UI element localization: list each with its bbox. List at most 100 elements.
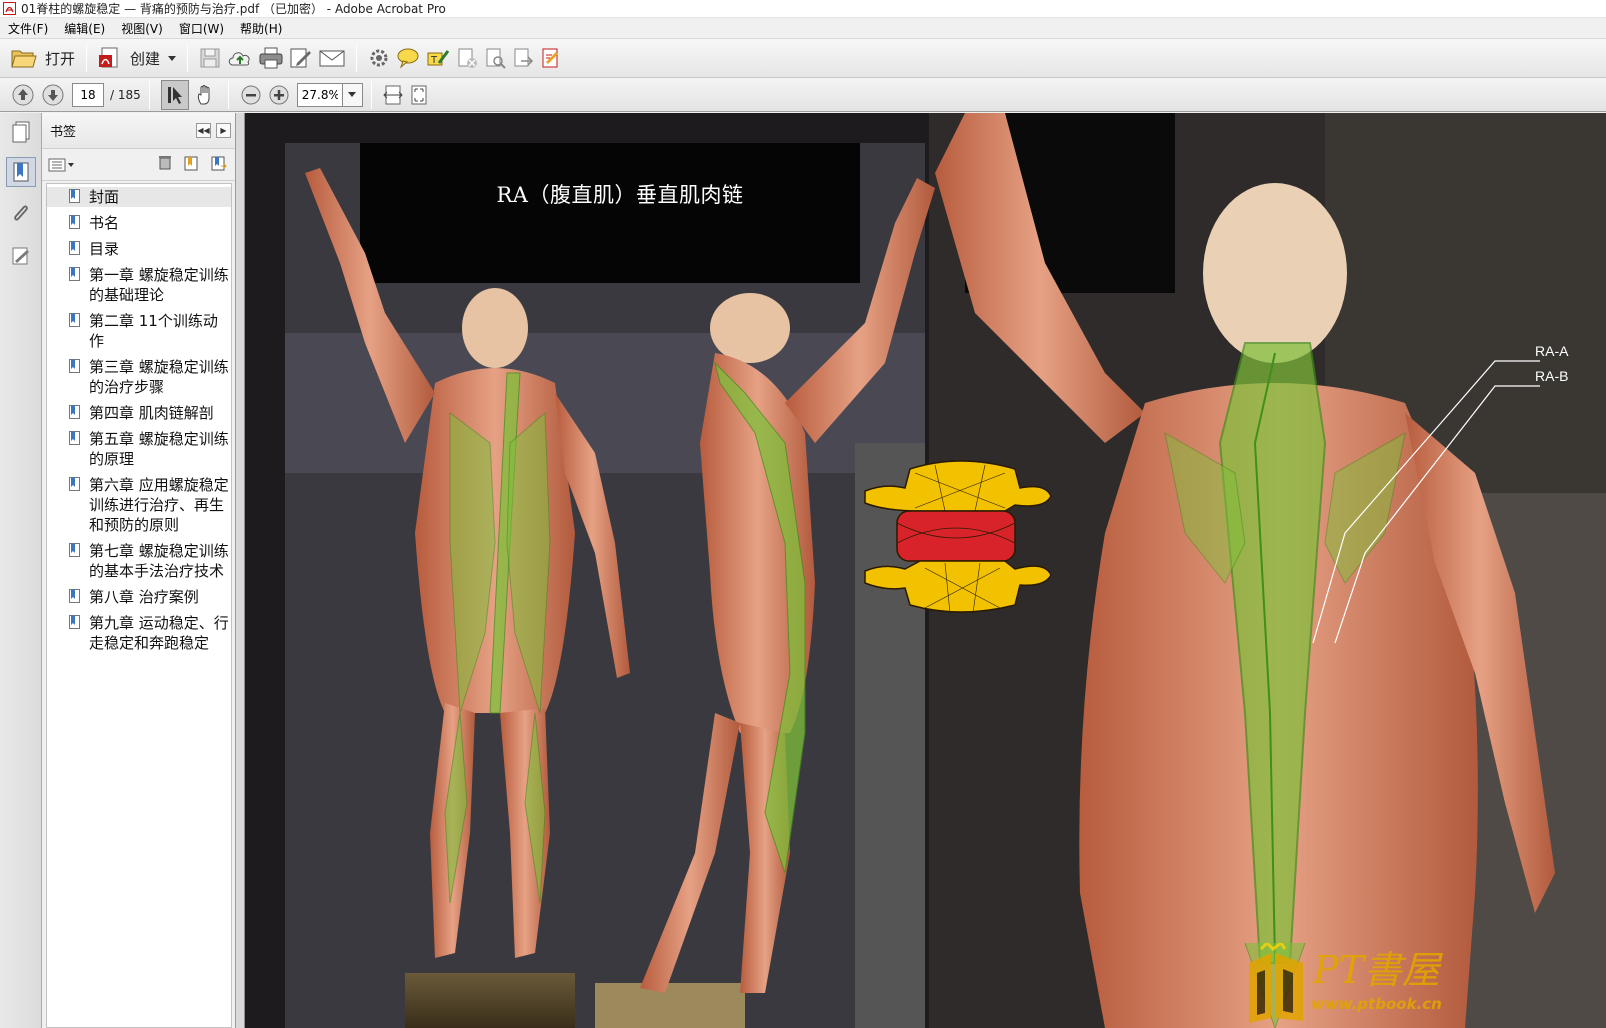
attachments-button[interactable] [6,199,36,229]
document-view[interactable]: RA（腹直肌）垂直肌肉链 RA-A RA-B PT書屋 www.ptbook.c… [245,113,1606,1028]
create-label: 创建 [130,49,161,68]
bookmark-item[interactable]: 第三章 螺旋稳定训练的治疗步骤 [47,357,231,397]
fit-page-button[interactable] [409,80,429,110]
page-number-input[interactable] [72,82,104,107]
trash-icon [159,156,171,170]
upload-cloud-button[interactable] [227,43,253,73]
fit-width-button[interactable] [383,80,403,110]
bookmark-label: 第九章 运动稳定、行走稳定和奔跑稳定 [89,614,229,652]
toolbar-separator [356,44,358,72]
comment-button[interactable] [396,43,420,73]
email-button[interactable] [319,43,345,73]
bookmark-icon [69,405,80,419]
previous-page-button[interactable] [11,80,35,110]
toolbar-separator [187,44,189,72]
edit-document-icon [290,48,312,68]
main-toolbar: 打开 创建 T [0,38,1606,78]
bookmarks-panel-title: 书签 [50,125,77,140]
highlight-button[interactable]: T [426,43,450,73]
bookmark-item[interactable]: 封面 [47,187,231,207]
zoom-dropdown[interactable] [342,82,363,107]
paperclip-icon [14,205,28,221]
bookmark-item[interactable]: 第二章 11个训练动作 [47,311,231,351]
select-tool-button[interactable] [160,79,189,110]
panel-nav-next-button[interactable]: ▶ [216,123,231,138]
svg-text:T: T [430,55,438,66]
heading-banner [360,143,860,283]
menu-help[interactable]: 帮助(H) [232,20,290,37]
gear-icon [370,49,388,67]
create-pdf-icon [99,47,118,68]
chevron-down-icon [68,162,74,167]
page-illustration [245,113,1606,1028]
bookmark-icon [69,313,80,327]
print-button[interactable] [259,43,283,73]
toolbar-separator [227,80,229,109]
bookmark-item[interactable]: 第七章 螺旋稳定训练的基本手法治疗技术 [47,541,231,581]
bookmark-item[interactable]: 书名 [47,213,231,233]
chevron-down-icon [168,55,177,61]
bookmark-item[interactable]: 第九章 运动稳定、行走稳定和奔跑稳定 [47,613,231,653]
label-ra-a: RA-A [1535,343,1569,359]
pages-icon [12,121,30,143]
bookmarks-panel: 书签 ◀◀ ▶ 封面 书名 目录 第一章 螺旋稳定训练的基础理论 第二章 11个… [42,113,236,1028]
bookmark-icon [69,477,80,491]
delete-bookmark-button[interactable] [157,154,173,175]
bookmark-item[interactable]: 第五章 螺旋稳定训练的原理 [47,429,231,469]
page-search-icon [486,48,506,69]
bookmark-icon [69,615,80,629]
navigation-pane-strip [0,113,42,1028]
watermark: PT書屋 www.ptbook.cn [1241,933,1481,1028]
bookmark-item[interactable]: 第八章 治疗案例 [47,587,231,607]
bookmark-icon [69,543,80,557]
save-button[interactable] [199,43,221,73]
bookmark-icon [69,359,80,373]
bookmark-expand-icon [211,156,227,171]
bookmark-item[interactable]: 第一章 螺旋稳定训练的基础理论 [47,265,231,305]
remove-pages-button[interactable] [456,43,478,73]
bookmark-label: 第七章 螺旋稳定训练的基本手法治疗技术 [89,542,229,580]
collapse-panel-button[interactable]: ◀◀ [196,123,211,138]
cursor-select-icon [167,86,182,104]
zoom-in-button[interactable] [268,80,290,110]
speech-bubble-icon [397,48,419,69]
export-pages-button[interactable] [512,43,534,73]
sign-button[interactable] [540,43,562,73]
settings-button[interactable] [368,43,390,73]
panel-splitter[interactable] [236,113,245,1028]
open-button[interactable]: 打开 [11,43,75,73]
highlight-text-icon: T [427,50,450,66]
bookmark-label: 第五章 螺旋稳定训练的原理 [89,430,229,468]
cloud-upload-icon [228,52,250,66]
zoom-out-button[interactable] [240,80,262,110]
edit-document-button[interactable] [289,43,313,73]
toolbar-separator [370,80,372,109]
signatures-button[interactable] [6,241,36,271]
bookmark-item[interactable]: 第四章 肌肉链解剖 [47,403,231,423]
create-button[interactable]: 创建 [98,43,177,73]
menu-window[interactable]: 窗口(W) [171,20,232,37]
menu-bar: 文件(F) 编辑(E) 视图(V) 窗口(W) 帮助(H) [0,18,1606,38]
zoom-in-icon [269,85,289,104]
menu-file[interactable]: 文件(F) [0,20,56,37]
chevron-down-icon [348,92,357,97]
bookmark-item[interactable]: 第六章 应用螺旋稳定训练进行治疗、再生和预防的原则 [47,475,231,535]
printer-icon [259,47,283,69]
hand-icon [197,84,210,104]
search-pages-button[interactable] [484,43,506,73]
menu-view[interactable]: 视图(V) [113,20,171,37]
next-page-button[interactable] [41,80,65,110]
page-total: / 185 [110,87,141,102]
bookmark-options-button[interactable] [48,158,74,172]
hand-tool-button[interactable] [195,80,217,110]
expand-bookmark-button[interactable] [209,154,227,175]
toolbar-separator [148,80,150,109]
sign-document-icon [542,48,559,68]
menu-edit[interactable]: 编辑(E) [56,20,113,37]
bookmarks-panel-button[interactable] [6,157,36,187]
zoom-level-input[interactable] [296,82,343,107]
new-bookmark-button[interactable] [182,154,200,175]
page-thumbnails-button[interactable] [6,117,36,147]
zoom-out-icon [241,85,261,104]
bookmark-item[interactable]: 目录 [47,239,231,259]
